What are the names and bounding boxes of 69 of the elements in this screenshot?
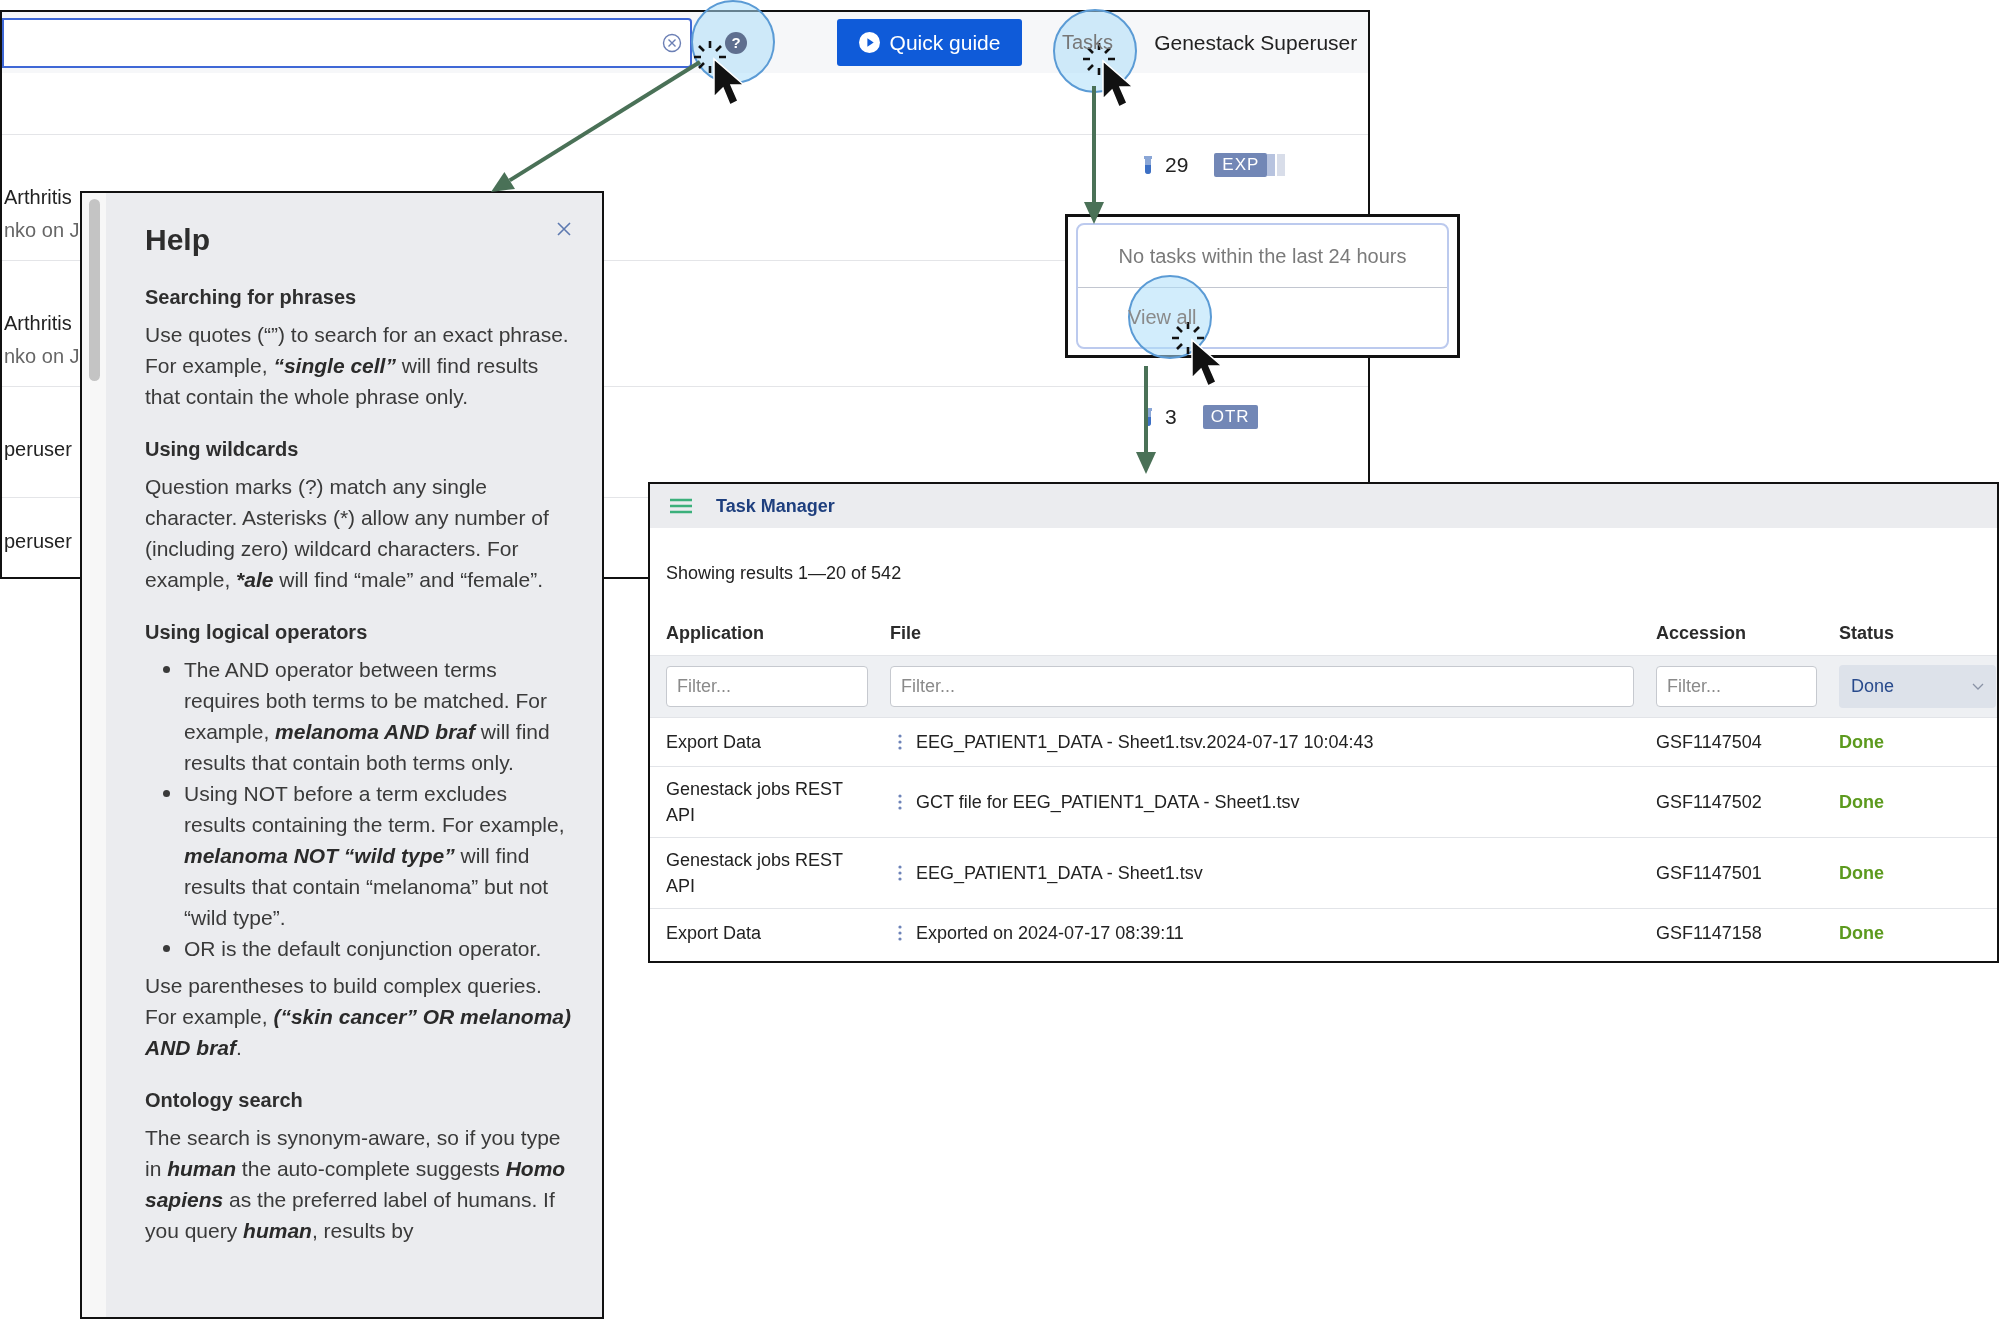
status-text: Done xyxy=(1839,922,1885,945)
help-paragraph: Use parentheses to build complex queries. For example, (“skin cancer” OR melanoma) AND braf. xyxy=(145,973,572,1061)
table-cell-text: Exported on 2024-07-17 08:39:11 xyxy=(916,922,1184,945)
sample-count: 3 xyxy=(1165,405,1177,429)
user-name[interactable]: Genestack Superuser xyxy=(1154,30,1358,55)
clear-icon[interactable] xyxy=(662,32,682,53)
section-heading: Ontology search xyxy=(145,1089,304,1112)
quick-guide-button[interactable]: Quick guide xyxy=(837,19,1022,66)
bullet-text: The AND operator between terms requires both terms to be matched. For example, melanoma AND braf will find results that contain both terms only. xyxy=(184,657,551,776)
chevron-icon xyxy=(1972,682,1984,691)
table-cell-text: GCT file for EEG_PATIENT1_DATA - Sheet1.tsv xyxy=(916,791,1300,815)
scrollbar-thumb[interactable] xyxy=(88,199,100,381)
filter-field[interactable]: Filter... xyxy=(890,666,1634,707)
bullet-icon xyxy=(163,945,170,952)
more-icon[interactable] xyxy=(898,925,902,941)
play-icon xyxy=(858,32,880,53)
help-button[interactable]: ? xyxy=(725,31,747,54)
more-icon[interactable] xyxy=(898,794,902,810)
sample-count: 29 xyxy=(1165,153,1189,177)
section-heading: Using logical operators xyxy=(145,621,369,644)
more-icon[interactable] xyxy=(898,865,902,881)
help-paragraph: Use quotes (“”) to search for an exact phrase. For example, “single cell” will find results that contain the whole phrase only. xyxy=(145,322,570,410)
table-cell-text: GSF1147504 xyxy=(1656,731,1763,754)
item-title: peruser xyxy=(4,438,72,461)
menu-icon[interactable] xyxy=(670,498,692,514)
bullet-text: Using NOT before a term excludes results containing the term. For example, melanoma NOT “wild type” will find results that contain “melanoma” but not “wild type”. xyxy=(184,781,566,931)
panel-title: Help xyxy=(145,223,210,257)
search-field[interactable] xyxy=(2,17,692,68)
close-icon[interactable] xyxy=(556,221,572,237)
more-icon[interactable] xyxy=(898,734,902,750)
type-tag: OTR xyxy=(1202,405,1258,429)
table-cell-text: Genestack jobs REST API xyxy=(666,849,844,898)
item-title: peruser xyxy=(4,530,72,553)
status-text: Done xyxy=(1839,791,1885,814)
column-header[interactable]: Application xyxy=(666,622,868,644)
tasks-link[interactable]: Tasks xyxy=(1062,31,1114,54)
bullet-icon xyxy=(163,666,170,673)
section-heading: Searching for phrases xyxy=(145,286,358,309)
empty-message: No tasks within the last 24 hours xyxy=(1078,225,1447,288)
results-summary: Showing results 1—20 of 542 xyxy=(665,562,903,585)
item-subtitle: nko on J xyxy=(4,345,80,368)
status-text: Done xyxy=(1839,862,1885,885)
item-subtitle: nko on J xyxy=(4,219,80,242)
bullet-text: OR is the default conjunction operator. xyxy=(184,936,542,962)
column-header[interactable]: File xyxy=(890,622,1634,644)
item-title: Arthritis xyxy=(4,186,73,209)
item-title: Arthritis xyxy=(4,312,73,335)
status-text: Done xyxy=(1839,731,1885,754)
section-heading: Using wildcards xyxy=(145,438,300,461)
segment-bar-icon xyxy=(1267,154,1288,176)
status-dropdown[interactable]: Done xyxy=(1839,665,1996,708)
bullet-icon xyxy=(163,790,170,797)
table-cell-text: Genestack jobs REST API xyxy=(666,778,844,827)
table-cell-text: GSF1147501 xyxy=(1656,862,1763,885)
filter-field[interactable]: Filter... xyxy=(1656,666,1817,707)
table-cell-text: GSF1147502 xyxy=(1656,791,1763,814)
table-cell-text: GSF1147158 xyxy=(1656,922,1763,945)
table-cell-text: EEG_PATIENT1_DATA - Sheet1.tsv xyxy=(916,862,1203,886)
column-header[interactable]: Accession xyxy=(1656,622,1817,644)
table-cell-text: Export Data xyxy=(666,731,763,754)
help-paragraph: The search is synonym-aware, so if you type in human the auto-complete suggests Homo sapiens as the preferred label of humans. If you query human, results by xyxy=(145,1125,567,1244)
help-paragraph: Question marks (?) match any single character. Asterisks (*) allow any number of (including zero) wildcard characters. For example, *ale will find “male” and “female”. xyxy=(145,474,550,593)
filter-field[interactable]: Filter... xyxy=(666,666,868,707)
window-title: Task Manager xyxy=(716,495,835,517)
table-cell-text: EEG_PATIENT1_DATA - Sheet1.tsv.2024-07-17 10:04:43 xyxy=(916,731,1374,755)
column-header[interactable]: Status xyxy=(1839,622,1986,644)
table-cell-text: Export Data xyxy=(666,922,763,945)
tube-icon xyxy=(1143,155,1153,175)
type-tag: EXP xyxy=(1214,153,1268,177)
